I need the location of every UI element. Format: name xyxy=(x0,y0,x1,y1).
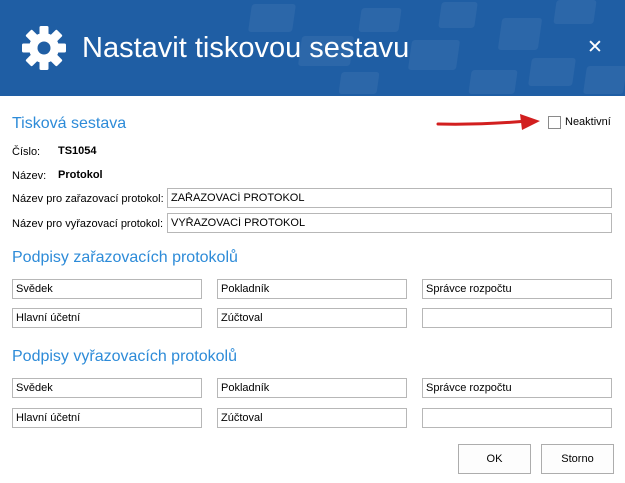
inactive-checkbox[interactable] xyxy=(548,116,561,129)
remove-budget-manager-input[interactable] xyxy=(422,378,612,398)
section-title-assign-signatures: Podpisy zařazovacích protokolů xyxy=(12,249,238,266)
title-bar: Nastavit tiskovou sestavu ✕ xyxy=(0,0,625,96)
header-decoration-tile xyxy=(553,0,597,24)
assign-chief-accountant-input[interactable] xyxy=(12,308,202,328)
window-title: Nastavit tiskovou sestavu xyxy=(82,32,410,64)
ok-button[interactable]: OK xyxy=(458,444,531,474)
header-decoration-tile xyxy=(358,8,402,32)
assign-protocol-input[interactable] xyxy=(167,188,612,208)
close-icon[interactable]: ✕ xyxy=(585,38,605,58)
section-title-remove-signatures: Podpisy vyřazovacích protokolů xyxy=(12,348,237,365)
assign-budget-manager-input[interactable] xyxy=(422,279,612,299)
remove-witness-input[interactable] xyxy=(12,378,202,398)
assign-protocol-label: Název pro zařazovací protokol: xyxy=(12,193,164,205)
remove-protocol-label: Název pro vyřazovací protokol: xyxy=(12,218,164,230)
cancel-button[interactable]: Storno xyxy=(541,444,614,474)
header-decoration-tile xyxy=(468,70,518,94)
header-decoration-tile xyxy=(497,18,543,50)
remove-cashier-input[interactable] xyxy=(217,378,407,398)
gear-icon xyxy=(22,26,66,70)
assign-extra-input[interactable] xyxy=(422,308,612,328)
remove-extra-input[interactable] xyxy=(422,408,612,428)
section-title-print-report: Tisková sestava xyxy=(12,115,127,132)
name-label: Název: xyxy=(12,170,47,182)
assign-witness-input[interactable] xyxy=(12,279,202,299)
assign-cashier-input[interactable] xyxy=(217,279,407,299)
header-decoration-tile xyxy=(248,4,296,32)
assign-settled-by-input[interactable] xyxy=(217,308,407,328)
header-decoration-tile xyxy=(583,66,625,94)
number-label: Číslo: xyxy=(12,146,41,158)
header-decoration-tile xyxy=(407,40,461,70)
inactive-label: Neaktivní xyxy=(565,116,611,128)
header-decoration-tile xyxy=(338,72,380,94)
header-decoration-tile xyxy=(528,58,576,86)
remove-chief-accountant-input[interactable] xyxy=(12,408,202,428)
remove-settled-by-input[interactable] xyxy=(217,408,407,428)
remove-protocol-input[interactable] xyxy=(167,213,612,233)
red-arrow-icon xyxy=(436,114,540,130)
header-decoration-tile xyxy=(438,2,478,28)
number-value: TS1054 xyxy=(58,145,97,157)
name-value: Protokol xyxy=(58,169,103,181)
